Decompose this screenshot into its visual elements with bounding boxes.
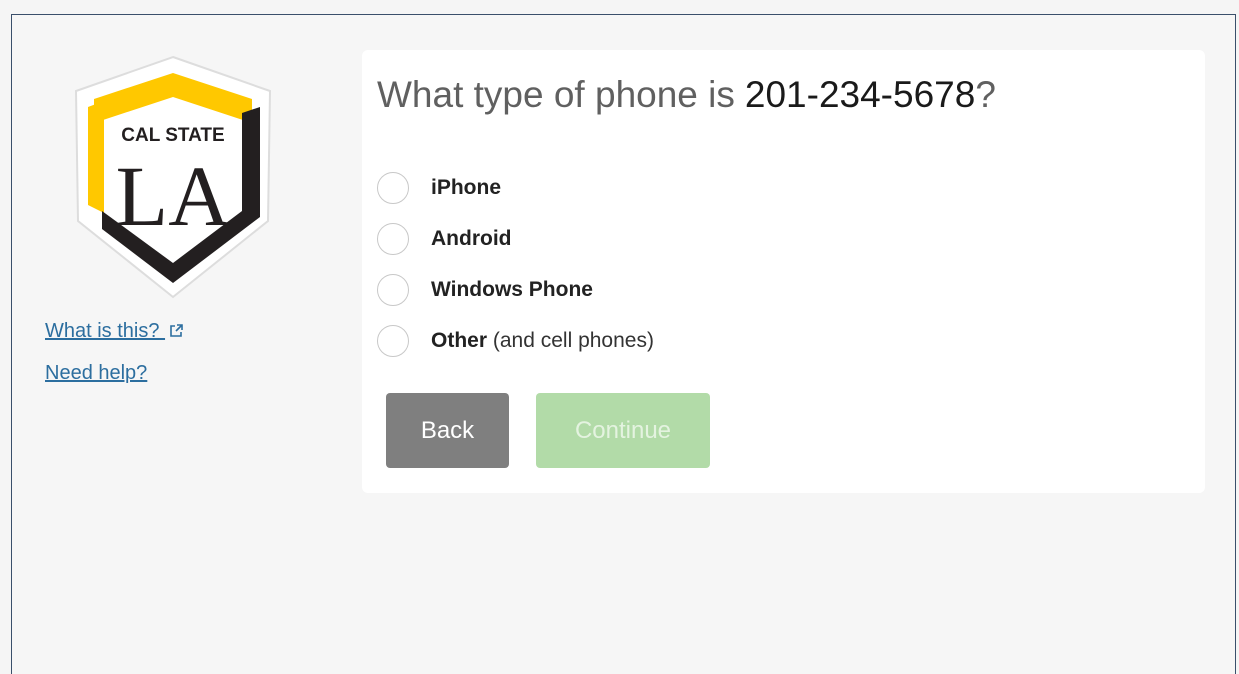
radio-windows-phone[interactable] (377, 273, 409, 306)
option-label: Windows Phone (431, 277, 593, 301)
page-title: What type of phone is 201-234-5678? (377, 72, 996, 118)
cal-state-la-logo: CAL STATE LA (74, 55, 272, 299)
option-label: Android (431, 226, 512, 250)
svg-text:CAL STATE: CAL STATE (121, 125, 224, 146)
need-help-link[interactable]: Need help? (45, 363, 184, 383)
phone-type-options: iPhone Android Windows Phone Other (and … (377, 162, 654, 366)
radio-other[interactable] (377, 324, 409, 357)
option-note: (and cell phones) (492, 328, 654, 352)
external-link-icon (169, 322, 184, 342)
back-button[interactable]: Back (386, 393, 509, 468)
phone-number: 201-234-5678 (744, 74, 976, 115)
question-suffix: ? (975, 74, 996, 115)
option-other[interactable]: Other (and cell phones) (377, 315, 654, 366)
radio-iphone[interactable] (377, 171, 409, 204)
content-frame: CAL STATE LA What is this? Need help? Wh… (11, 14, 1236, 674)
question-prefix: What type of phone is (377, 74, 735, 115)
what-is-this-link[interactable]: What is this? (45, 321, 184, 342)
continue-button[interactable]: Continue (536, 393, 710, 468)
option-iphone[interactable]: iPhone (377, 162, 654, 213)
option-label: Other (431, 328, 488, 352)
option-windows-phone[interactable]: Windows Phone (377, 264, 654, 315)
radio-android[interactable] (377, 222, 409, 255)
option-label: iPhone (431, 175, 502, 199)
what-is-this-label: What is this? (45, 320, 160, 342)
svg-text:LA: LA (116, 148, 231, 244)
option-android[interactable]: Android (377, 213, 654, 264)
phone-type-card: What type of phone is 201-234-5678? iPhon… (362, 50, 1205, 493)
